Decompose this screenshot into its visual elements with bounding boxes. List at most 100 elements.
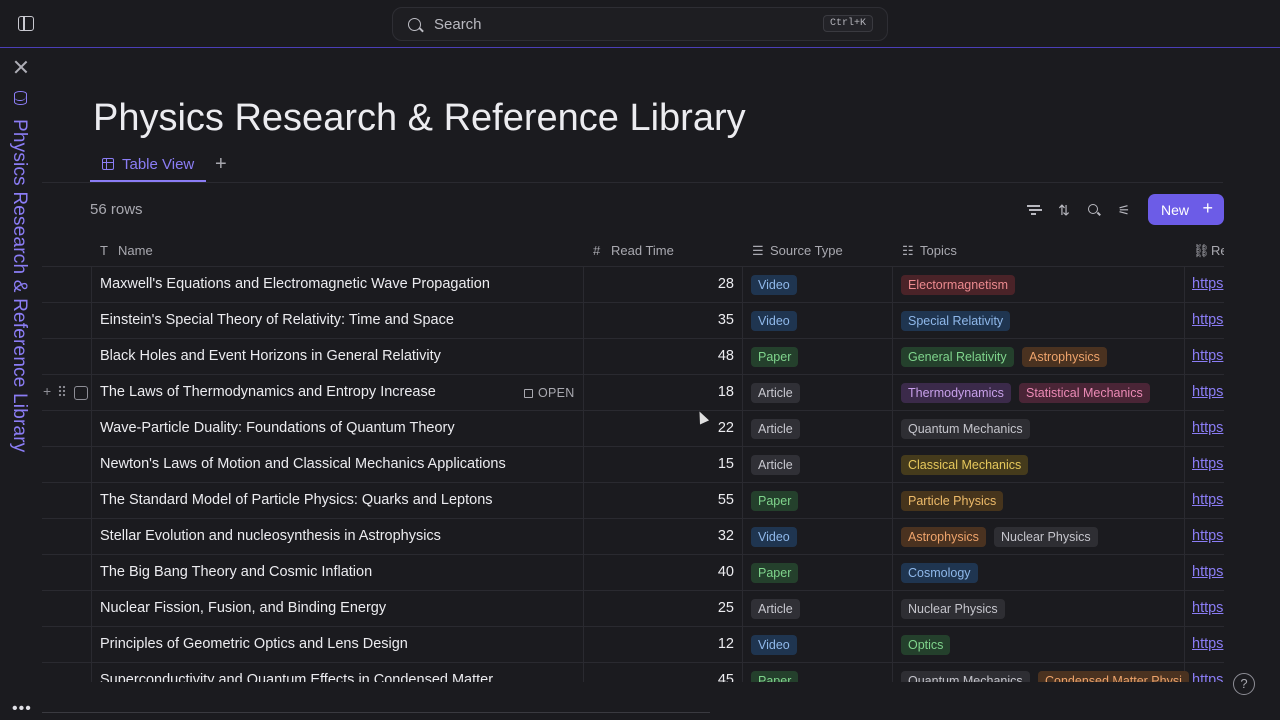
- source-type-tag[interactable]: Article: [751, 419, 800, 439]
- cell-name[interactable]: Newton's Laws of Motion and Classical Me…: [100, 447, 520, 482]
- cell-name[interactable]: Stellar Evolution and nucleosynthesis in…: [100, 519, 520, 554]
- cell-name[interactable]: Wave-Particle Duality: Foundations of Qu…: [100, 411, 520, 446]
- topic-tag[interactable]: Nuclear Physics: [994, 527, 1098, 547]
- reference-link[interactable]: https: [1192, 339, 1223, 374]
- search-input[interactable]: [434, 16, 794, 33]
- topic-tag[interactable]: General Relativity: [901, 347, 1014, 367]
- table-row[interactable]: Wave-Particle Duality: Foundations of Qu…: [42, 411, 1224, 447]
- cell-name[interactable]: Nuclear Fission, Fusion, and Binding Ene…: [100, 591, 520, 626]
- cell-name[interactable]: The Standard Model of Particle Physics: …: [100, 483, 520, 518]
- column-header-reference[interactable]: ⛓Re: [1193, 235, 1224, 267]
- table-row[interactable]: Black Holes and Event Horizons in Genera…: [42, 339, 1224, 375]
- filter-icon[interactable]: [1024, 200, 1044, 220]
- source-type-tag[interactable]: Paper: [751, 347, 799, 367]
- table-row[interactable]: Maxwell's Equations and Electromagnetic …: [42, 267, 1224, 303]
- table-row[interactable]: Newton's Laws of Motion and Classical Me…: [42, 447, 1224, 483]
- topic-tag[interactable]: Classical Mechanics: [901, 455, 1029, 475]
- sidebar-page-title[interactable]: Physics Research & Reference Library: [8, 119, 30, 453]
- tab-table-view[interactable]: Table View: [90, 148, 206, 182]
- topic-tag[interactable]: Astrophysics: [1022, 347, 1107, 367]
- column-header-name[interactable]: T Name: [100, 235, 153, 267]
- column-header-read-time[interactable]: # Read Time: [593, 235, 674, 267]
- topic-tag[interactable]: Condensed Matter Physi: [1038, 671, 1189, 682]
- source-type-tag[interactable]: Paper: [751, 563, 799, 583]
- reference-link[interactable]: https: [1192, 411, 1223, 446]
- table-row[interactable]: Principles of Geometric Optics and Lens …: [42, 627, 1224, 663]
- cell-read-time[interactable]: 18: [586, 375, 734, 410]
- table-row[interactable]: The Standard Model of Particle Physics: …: [42, 483, 1224, 519]
- cell-name[interactable]: Black Holes and Event Horizons in Genera…: [100, 339, 520, 374]
- cell-read-time[interactable]: 55: [586, 483, 734, 518]
- reference-link[interactable]: https: [1192, 663, 1223, 682]
- cell-read-time[interactable]: 35: [586, 303, 734, 338]
- cell-name[interactable]: Principles of Geometric Optics and Lens …: [100, 627, 520, 662]
- new-button[interactable]: New +: [1148, 194, 1224, 225]
- column-header-source-type[interactable]: ☰ Source Type: [752, 235, 843, 267]
- reference-link[interactable]: https: [1192, 483, 1223, 518]
- reference-link[interactable]: https: [1192, 267, 1223, 302]
- source-type-tag[interactable]: Video: [751, 311, 797, 331]
- cell-name[interactable]: Superconductivity and Quantum Effects in…: [100, 663, 520, 682]
- topic-tag[interactable]: Particle Physics: [901, 491, 1004, 511]
- topic-tag[interactable]: Quantum Mechanics: [901, 419, 1030, 439]
- topic-tag[interactable]: Thermodynamics: [901, 383, 1011, 403]
- add-view-button[interactable]: +: [215, 154, 227, 174]
- source-type-tag[interactable]: Paper: [751, 491, 799, 511]
- source-type-tag[interactable]: Article: [751, 383, 800, 403]
- cell-read-time[interactable]: 12: [586, 627, 734, 662]
- source-type-tag[interactable]: Article: [751, 599, 800, 619]
- open-row-button[interactable]: OPEN: [524, 384, 575, 402]
- drag-handle-icon[interactable]: [58, 385, 66, 397]
- search-bar[interactable]: Ctrl+K: [392, 7, 888, 41]
- reference-link[interactable]: https: [1192, 375, 1223, 410]
- sidebar-toggle-icon[interactable]: [18, 16, 34, 31]
- cell-name[interactable]: The Big Bang Theory and Cosmic Inflation: [100, 555, 520, 590]
- cell-read-time[interactable]: 28: [586, 267, 734, 302]
- table-row[interactable]: Nuclear Fission, Fusion, and Binding Ene…: [42, 591, 1224, 627]
- reference-link[interactable]: https: [1192, 555, 1223, 590]
- add-row-icon[interactable]: +: [43, 383, 51, 399]
- source-type-tag[interactable]: Video: [751, 635, 797, 655]
- cell-read-time[interactable]: 48: [586, 339, 734, 374]
- topic-tag[interactable]: Optics: [901, 635, 951, 655]
- topic-tag[interactable]: Statistical Mechanics: [1019, 383, 1150, 403]
- sort-icon[interactable]: ⇅: [1054, 200, 1074, 220]
- cell-read-time[interactable]: 25: [586, 591, 734, 626]
- cell-read-time[interactable]: 22: [586, 411, 734, 446]
- source-type-tag[interactable]: Video: [751, 275, 797, 295]
- more-options-icon[interactable]: •••: [12, 700, 32, 718]
- settings-sliders-icon[interactable]: ⚟: [1114, 200, 1134, 220]
- cell-name[interactable]: Maxwell's Equations and Electromagnetic …: [100, 267, 520, 302]
- cell-read-time[interactable]: 40: [586, 555, 734, 590]
- cell-name[interactable]: Einstein's Special Theory of Relativity:…: [100, 303, 520, 338]
- topic-tag[interactable]: Special Relativity: [901, 311, 1011, 331]
- cell-read-time[interactable]: 32: [586, 519, 734, 554]
- table-row[interactable]: + The Laws of Thermodynamics and Entropy …: [42, 375, 1224, 411]
- table-row[interactable]: Superconductivity and Quantum Effects in…: [42, 663, 1224, 682]
- close-icon[interactable]: [14, 60, 28, 74]
- column-header-topics[interactable]: ☷ Topics: [902, 235, 957, 267]
- reference-link[interactable]: https: [1192, 447, 1223, 482]
- reference-link[interactable]: https: [1192, 627, 1223, 662]
- cell-read-time[interactable]: 45: [586, 663, 734, 682]
- horizontal-scrollbar[interactable]: [42, 712, 710, 713]
- topic-tag[interactable]: Astrophysics: [901, 527, 986, 547]
- source-type-tag[interactable]: Paper: [751, 671, 799, 682]
- source-type-tag[interactable]: Video: [751, 527, 797, 547]
- help-button[interactable]: ?: [1233, 673, 1255, 695]
- topic-tag[interactable]: Quantum Mechanics: [901, 671, 1030, 682]
- reference-link[interactable]: https: [1192, 519, 1223, 554]
- topic-tag[interactable]: Cosmology: [901, 563, 978, 583]
- reference-link[interactable]: https: [1192, 303, 1223, 338]
- table-row[interactable]: The Big Bang Theory and Cosmic Inflation…: [42, 555, 1224, 591]
- table-row[interactable]: Einstein's Special Theory of Relativity:…: [42, 303, 1224, 339]
- table-search-icon[interactable]: [1084, 200, 1104, 220]
- cell-name[interactable]: The Laws of Thermodynamics and Entropy I…: [100, 375, 520, 410]
- cell-read-time[interactable]: 15: [586, 447, 734, 482]
- reference-link[interactable]: https: [1192, 591, 1223, 626]
- topic-tag[interactable]: Electormagnetism: [901, 275, 1016, 295]
- source-type-tag[interactable]: Article: [751, 455, 800, 475]
- table-row[interactable]: Stellar Evolution and nucleosynthesis in…: [42, 519, 1224, 555]
- topic-tag[interactable]: Nuclear Physics: [901, 599, 1005, 619]
- row-checkbox[interactable]: [74, 386, 88, 400]
